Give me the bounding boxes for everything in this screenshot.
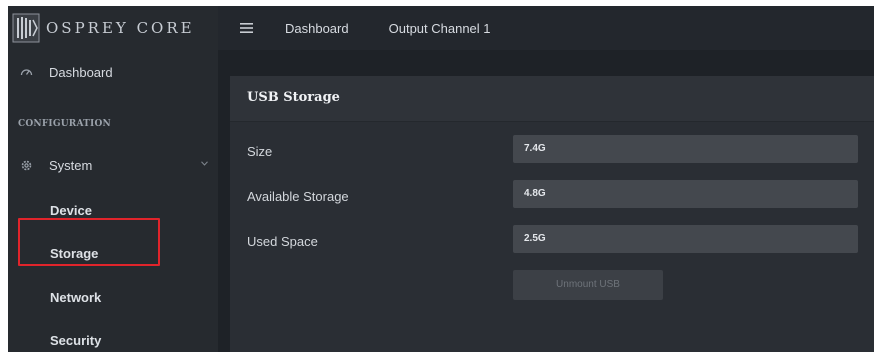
- topnav-output-channel-link[interactable]: Output Channel 1: [389, 21, 491, 36]
- top-bar: OSPREY CORE Dashboard Output Channel 1: [8, 6, 874, 50]
- sidebar-item-dashboard[interactable]: Dashboard: [8, 62, 218, 82]
- sidebar-item-security[interactable]: Security: [50, 333, 101, 348]
- chevron-down-icon: [201, 161, 208, 166]
- available-storage-label: Available Storage: [247, 189, 349, 204]
- sidebar-item-network[interactable]: Network: [50, 290, 101, 305]
- size-label: Size: [247, 144, 273, 159]
- top-nav: Dashboard Output Channel 1: [218, 6, 874, 50]
- card-header: USB Storage: [230, 76, 874, 122]
- used-space-value: 2.5G: [513, 225, 858, 253]
- sidebar-item-device[interactable]: Device: [50, 203, 92, 218]
- sidebar-item-system[interactable]: System: [8, 154, 218, 176]
- sidebar-section-heading: CONFIGURATION: [18, 119, 111, 129]
- hamburger-menu-icon[interactable]: [240, 23, 253, 33]
- card-title: USB Storage: [247, 90, 340, 105]
- main-content: USB Storage Size 7.4G Available Storage …: [218, 50, 874, 352]
- brand-name: OSPREY CORE: [46, 19, 195, 37]
- sidebar-item-label: System: [49, 157, 93, 173]
- brand: OSPREY CORE: [8, 6, 218, 50]
- sidebar: Dashboard CONFIGURATION System Device St…: [8, 50, 218, 352]
- osprey-logo-icon: [12, 13, 40, 43]
- usb-storage-card: USB Storage Size 7.4G Available Storage …: [230, 76, 874, 352]
- gear-icon: [21, 160, 32, 170]
- size-value: 7.4G: [513, 135, 858, 163]
- sidebar-item-label: Dashboard: [49, 64, 113, 80]
- app-window: OSPREY CORE Dashboard Output Channel 1 D…: [8, 6, 874, 352]
- storage-highlight-box: [18, 218, 160, 266]
- speedometer-icon: [20, 68, 33, 75]
- available-storage-value: 4.8G: [513, 180, 858, 208]
- topnav-dashboard-link[interactable]: Dashboard: [285, 21, 349, 36]
- unmount-usb-button[interactable]: Unmount USB: [513, 270, 663, 300]
- used-space-label: Used Space: [247, 234, 318, 249]
